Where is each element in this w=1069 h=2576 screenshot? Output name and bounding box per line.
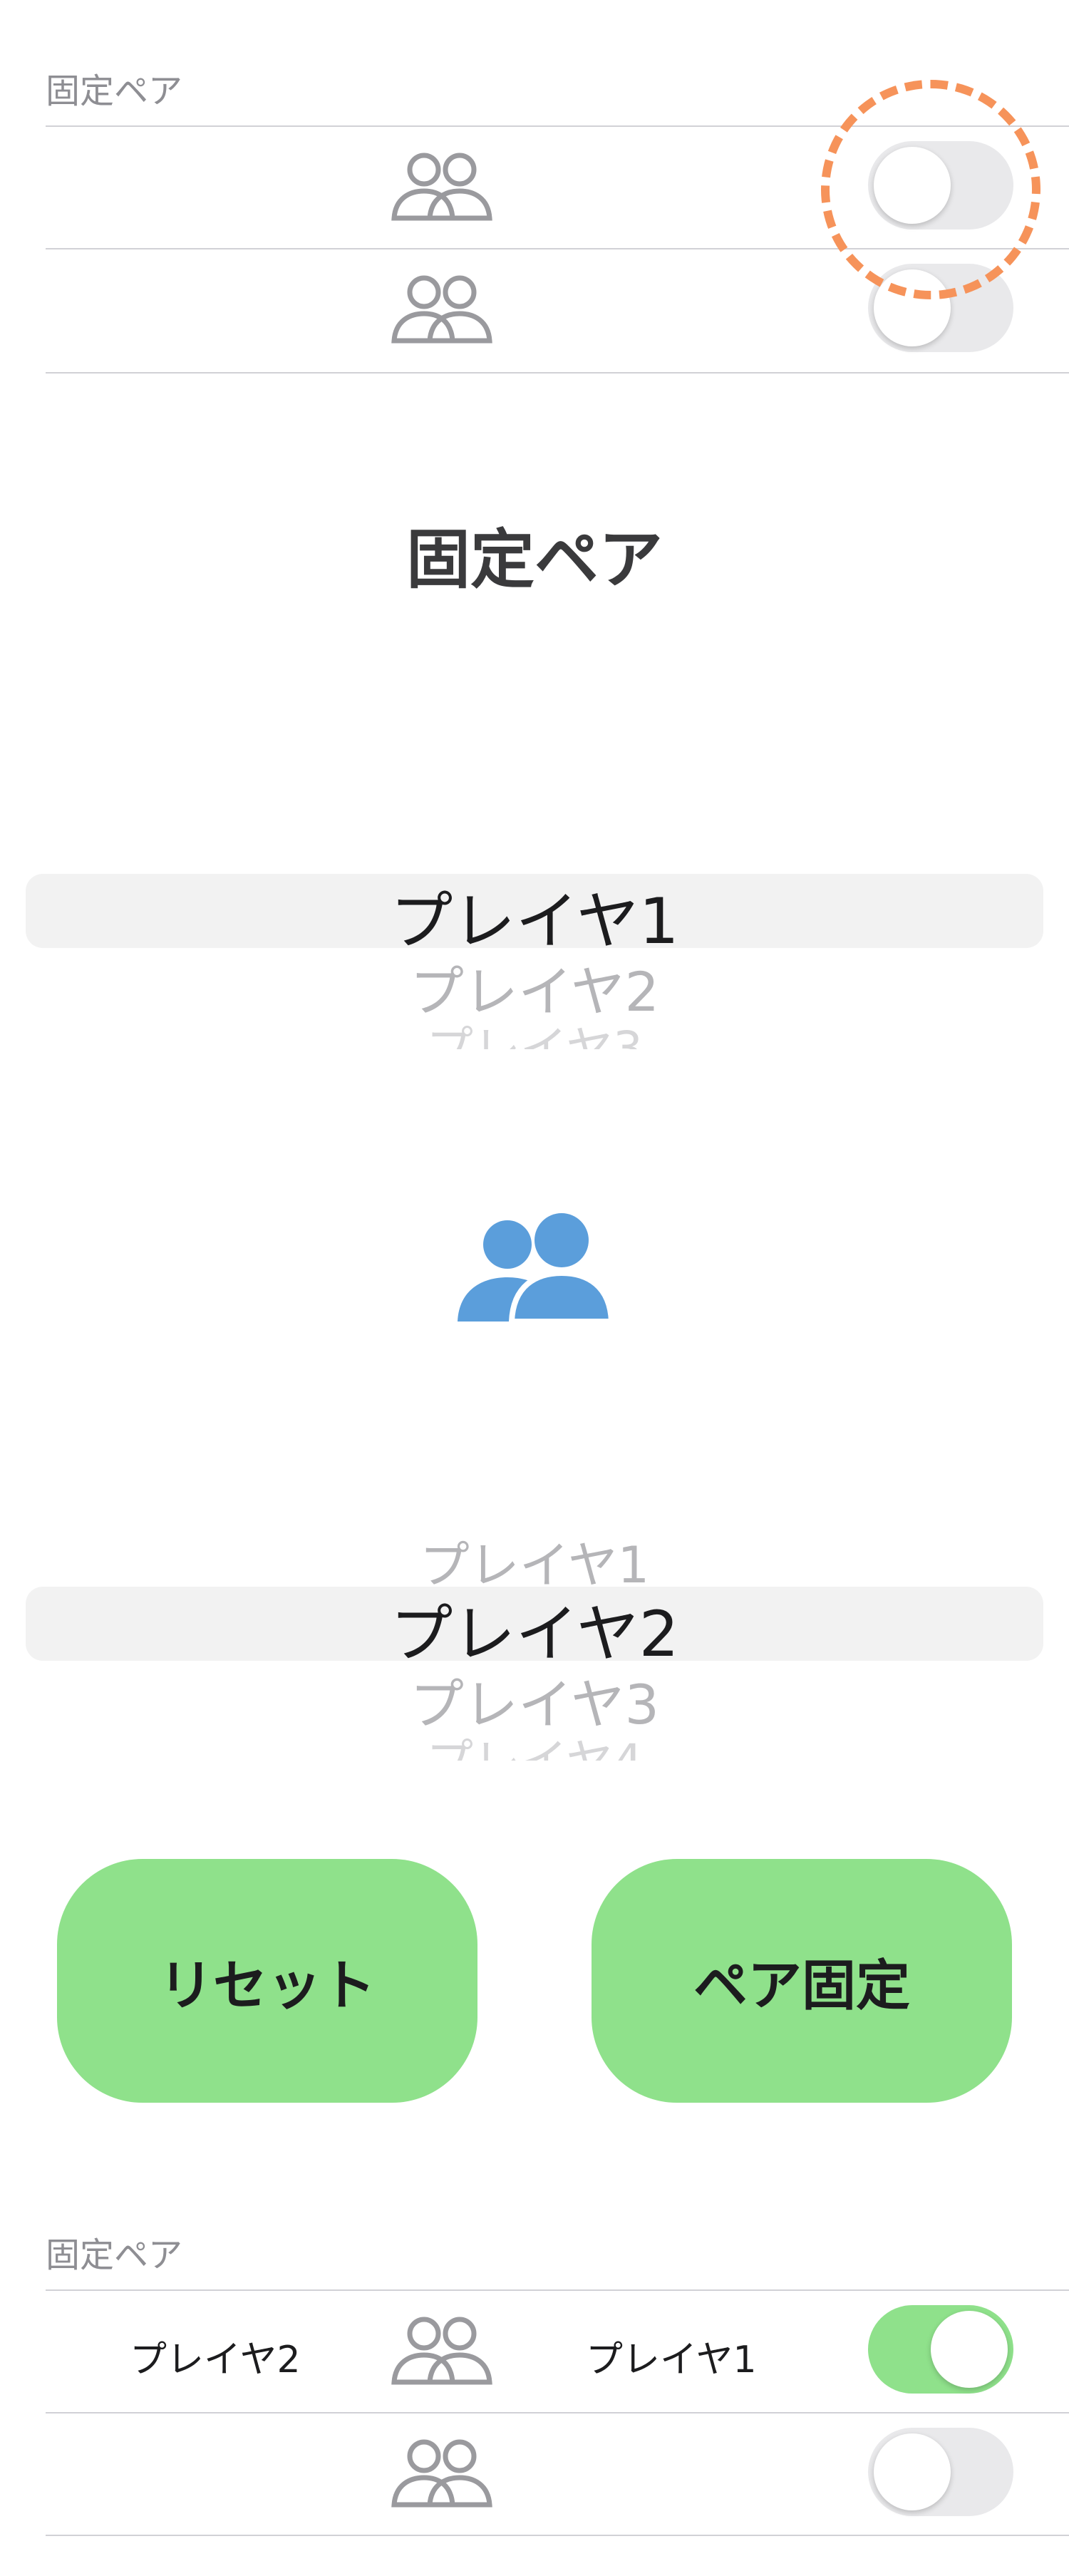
pair-right-player: プレイヤ1 bbox=[586, 2339, 757, 2381]
person-2-outline-icon bbox=[391, 2317, 492, 2385]
person-2-filled-icon bbox=[458, 1213, 613, 1323]
divider bbox=[46, 2535, 1069, 2536]
annotation-dashed-circle bbox=[821, 80, 1040, 299]
picker-item[interactable]: プレイヤ4 bbox=[0, 1724, 1069, 1761]
section-header: 固定ペア bbox=[46, 2235, 183, 2275]
pair-toggle[interactable] bbox=[868, 2305, 1013, 2394]
pair-toggle[interactable] bbox=[868, 2428, 1013, 2516]
toggle-knob bbox=[931, 2311, 1008, 2388]
pair-fix-button[interactable]: ペア固定 bbox=[592, 1859, 1012, 2103]
pair-left-player: プレイヤ2 bbox=[130, 2339, 301, 2381]
person-2-outline-icon bbox=[391, 153, 492, 221]
divider bbox=[46, 372, 1069, 373]
reset-button[interactable]: リセット bbox=[57, 1859, 477, 2103]
picker-item[interactable]: プレイヤ3 bbox=[0, 1011, 1069, 1049]
person-2-outline-icon bbox=[391, 2439, 492, 2508]
person-2-outline-icon bbox=[391, 275, 492, 344]
fixed-pair-row bbox=[46, 2413, 1069, 2535]
page-title: 固定ペア bbox=[406, 522, 663, 597]
section-header: 固定ペア bbox=[46, 71, 183, 111]
toggle-knob bbox=[874, 2433, 951, 2510]
fixed-pair-row: プレイヤ2 プレイヤ1 bbox=[46, 2291, 1069, 2412]
